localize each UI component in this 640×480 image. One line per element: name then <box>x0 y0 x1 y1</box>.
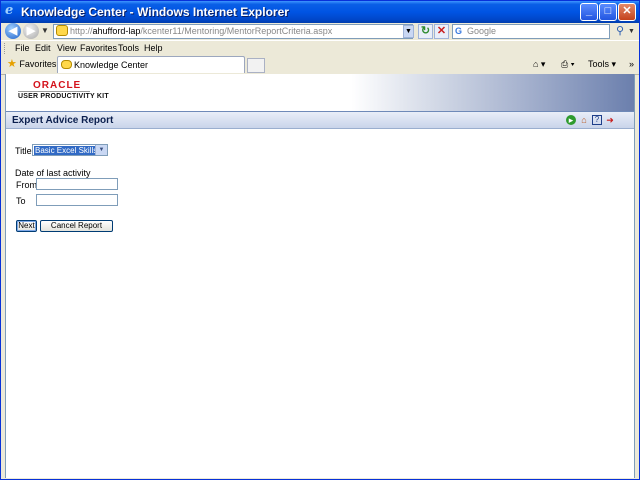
home-icon[interactable]: ⌂ <box>579 115 589 125</box>
tab-bar: ★ Favorites Knowledge Center ⌂ ▾ ⎙ ▾ Too… <box>1 56 639 75</box>
toolbar-grip[interactable] <box>4 43 8 54</box>
report-header-bar: Expert Advice Report ▸ ⌂ ? ➜ <box>6 112 634 129</box>
menu-tools[interactable]: Tools <box>118 43 139 53</box>
search-placeholder: Google <box>467 26 497 36</box>
minimize-button[interactable]: _ <box>580 3 598 21</box>
refresh-icon[interactable]: ↻ <box>418 24 433 39</box>
search-dropdown-icon[interactable]: ▼ <box>628 24 637 39</box>
menu-view[interactable]: View <box>57 43 76 53</box>
chevron-down-icon[interactable]: ▼ <box>95 145 107 155</box>
menu-help[interactable]: Help <box>144 43 163 53</box>
search-icon[interactable]: ⚲ <box>613 24 627 39</box>
report-title: Expert Advice Report <box>12 115 114 126</box>
title-select[interactable]: Basic Excel Skills ▼ <box>32 144 108 156</box>
print-dropdown-icon[interactable]: ⎙ ▾ <box>561 59 574 70</box>
address-input[interactable]: http://ahufford-lap/kcenter11/Mentoring/… <box>53 24 413 39</box>
stop-icon[interactable]: ✕ <box>434 24 449 39</box>
window-title: Knowledge Center - Windows Internet Expl… <box>21 5 289 19</box>
date-of-last-activity-label: Date of last activity <box>15 168 91 178</box>
tab-knowledge-center[interactable]: Knowledge Center <box>57 56 245 73</box>
menu-favorites[interactable]: Favorites <box>80 43 117 53</box>
page-icon <box>56 25 68 36</box>
page-content: ORACLE USER PRODUCTIVITY KIT Expert Advi… <box>5 74 635 478</box>
cancel-report-button[interactable]: Cancel Report <box>40 220 113 232</box>
help-icon[interactable]: ? <box>592 115 602 125</box>
address-path: /kcenter11/Mentoring/MentorReportCriteri… <box>140 26 333 36</box>
menu-file[interactable]: File <box>15 43 30 53</box>
oracle-logo: ORACLE <box>33 80 82 91</box>
star-icon: ★ <box>7 58 17 70</box>
search-input[interactable]: G Google <box>452 24 610 39</box>
upk-logo-text: USER PRODUCTIVITY KIT <box>18 93 109 100</box>
from-date-input[interactable] <box>36 178 118 190</box>
from-label: From <box>16 180 37 190</box>
history-dropdown-icon[interactable]: ▼ <box>41 24 49 38</box>
favorites-label: Favorites <box>19 59 57 69</box>
go-icon[interactable]: ▸ <box>566 115 576 125</box>
close-button[interactable]: ✕ <box>618 3 636 21</box>
forward-button[interactable]: ▶ <box>23 23 39 39</box>
new-tab-button[interactable] <box>247 58 265 73</box>
address-prefix: http:// <box>70 26 93 36</box>
menu-edit[interactable]: Edit <box>35 43 51 53</box>
browser-window: e Knowledge Center - Windows Internet Ex… <box>0 0 640 480</box>
home-dropdown-icon[interactable]: ⌂ ▾ <box>533 59 545 70</box>
google-icon: G <box>455 26 463 36</box>
upk-header: ORACLE USER PRODUCTIVITY KIT <box>6 74 634 112</box>
back-button[interactable]: ◀ <box>5 23 21 39</box>
address-dropdown-icon[interactable]: ▼ <box>403 25 414 38</box>
to-label: To <box>16 196 26 206</box>
favorites-button[interactable]: ★ Favorites <box>7 58 57 70</box>
ie-logo-icon: e <box>5 3 14 18</box>
report-criteria-form: Title Basic Excel Skills ▼ Date of last … <box>6 129 634 478</box>
chevron-more-icon[interactable]: » <box>629 59 634 69</box>
tab-page-icon <box>61 60 72 69</box>
address-toolbar: ◀ ▶ ▼ http://ahufford-lap/kcenter11/Ment… <box>1 23 639 40</box>
logo-divider <box>18 91 90 92</box>
address-host: ahufford-lap <box>92 26 141 36</box>
title-label: Title <box>15 146 32 156</box>
next-button[interactable]: Next <box>16 220 37 232</box>
tab-label: Knowledge Center <box>74 60 149 70</box>
title-bar[interactable]: e Knowledge Center - Windows Internet Ex… <box>1 1 639 23</box>
exit-icon[interactable]: ➜ <box>605 115 615 125</box>
tools-menu-button[interactable]: Tools ▾ <box>588 59 616 70</box>
maximize-button[interactable]: □ <box>599 3 617 21</box>
title-select-value: Basic Excel Skills <box>34 146 95 155</box>
to-date-input[interactable] <box>36 194 118 206</box>
